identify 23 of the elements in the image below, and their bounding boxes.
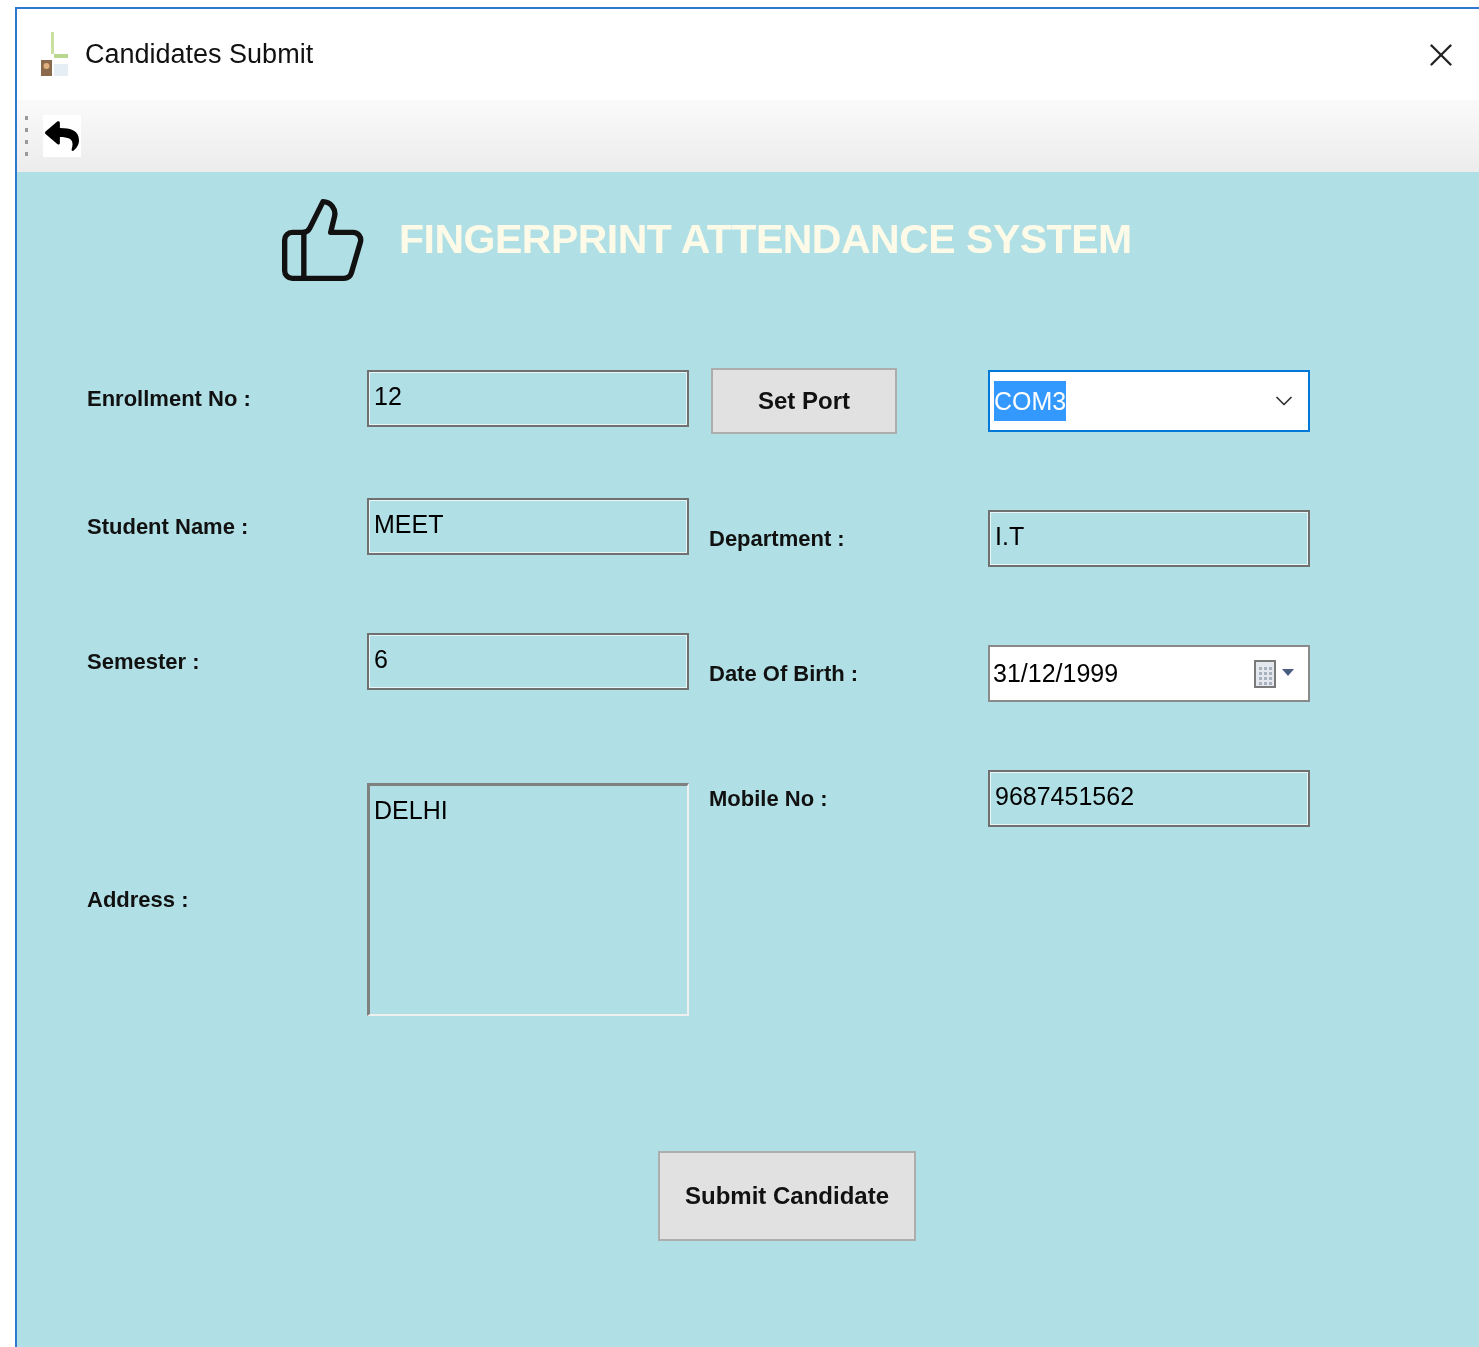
text-field[interactable]: 12 (367, 370, 689, 427)
field-label: Student Name : (87, 513, 250, 541)
text-field[interactable]: 6 (367, 633, 689, 690)
set-port-button[interactable]: Set Port (711, 368, 897, 434)
submit-button[interactable]: Submit Candidate (658, 1151, 916, 1241)
date-value: 31/12/1999 (993, 661, 1119, 686)
port-value: COM3 (994, 381, 1067, 421)
text-field[interactable]: 9687451562 (988, 770, 1310, 827)
field-label: Mobile No : (709, 785, 829, 813)
text-field[interactable]: MEET (367, 498, 689, 555)
text-area[interactable]: DELHI (367, 783, 689, 1016)
back-button[interactable] (43, 115, 81, 157)
window-title: Candidates Submit (85, 38, 314, 72)
back-arrow-icon (45, 119, 79, 153)
field-label: Enrollment No : (87, 385, 252, 413)
grip-icon (25, 114, 29, 158)
header-title: FINGERPRINT ATTENDANCE SYSTEM (399, 215, 1132, 265)
field-label: Semester : (87, 648, 201, 676)
field-label: Address : (87, 886, 190, 914)
text-field[interactable]: I.T (988, 510, 1310, 567)
date-picker[interactable]: 31/12/1999 (988, 645, 1310, 702)
field-label: Department : (709, 525, 846, 553)
field-label: Date Of Birth : (709, 660, 860, 688)
